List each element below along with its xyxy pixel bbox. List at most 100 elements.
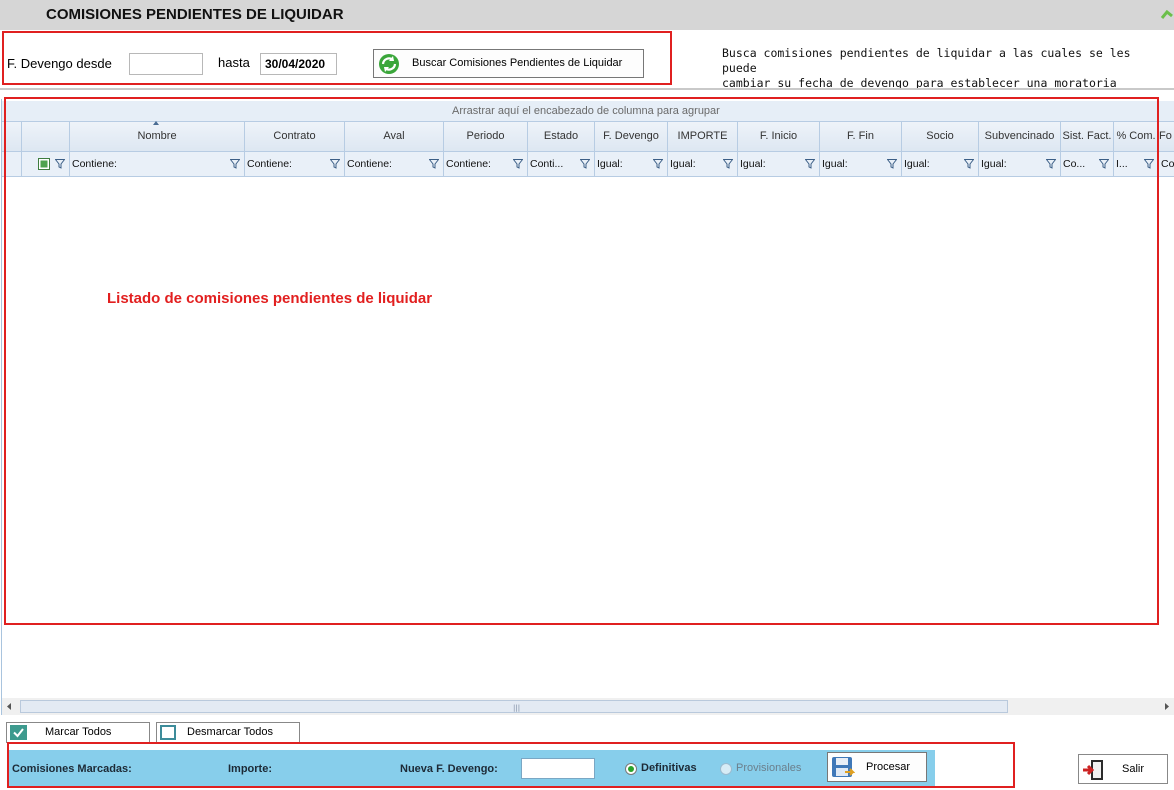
devengo-desde-input[interactable]	[129, 53, 203, 75]
filter-icon[interactable]	[653, 159, 663, 169]
column-header-periodo[interactable]: Periodo	[444, 122, 528, 151]
app-icon	[1160, 9, 1173, 19]
filter-icon[interactable]	[580, 159, 590, 169]
filter-operator: I...	[1116, 158, 1128, 170]
filter-icon[interactable]	[964, 159, 974, 169]
radio-selected-dot	[628, 766, 634, 772]
filter-icon[interactable]	[805, 159, 815, 169]
checkbox-checked-icon	[10, 725, 27, 740]
filter-cell-fo[interactable]: Co	[1159, 152, 1174, 176]
commissions-grid[interactable]	[1, 99, 1174, 715]
scrollbar-thumb[interactable]: |||	[20, 700, 1008, 713]
mark-all-label: Marcar Todos	[45, 726, 112, 738]
select-header	[22, 122, 70, 151]
column-header-aval[interactable]: Aval	[345, 122, 444, 151]
filter-operator: Contiene:	[247, 158, 292, 170]
filter-operator: Conti...	[530, 158, 564, 170]
exit-icon	[1083, 760, 1103, 780]
filter-icon[interactable]	[330, 159, 340, 169]
grid-header-row: Nombre Contrato Aval Periodo Estado F. D…	[2, 121, 1174, 152]
column-header-f-fin[interactable]: F. Fin	[820, 122, 902, 151]
filter-operator: Contiene:	[446, 158, 491, 170]
devengo-hasta-label: hasta	[218, 55, 250, 70]
filter-cell-pct-com[interactable]: I...	[1114, 152, 1159, 176]
filter-operator: Co...	[1063, 158, 1086, 170]
filter-cell-importe[interactable]: Igual:	[668, 152, 738, 176]
marked-commissions-label: Comisiones Marcadas:	[12, 763, 132, 775]
definitivas-radio[interactable]	[625, 763, 637, 775]
column-header-socio[interactable]: Socio	[902, 122, 979, 151]
unmark-all-label: Desmarcar Todos	[187, 726, 273, 738]
importe-label: Importe:	[228, 763, 272, 775]
provisionales-radio[interactable]	[720, 763, 732, 775]
filter-operator: Co	[1161, 158, 1174, 170]
scrollbar-grip-icon: |||	[513, 704, 521, 712]
filter-cell-subvencinado[interactable]: Igual:	[979, 152, 1061, 176]
filter-cell-nombre[interactable]: Contiene:	[70, 152, 245, 176]
definitivas-label[interactable]: Definitivas	[641, 762, 697, 774]
column-header-nombre[interactable]: Nombre	[70, 122, 245, 151]
row-indicator-header	[2, 122, 22, 151]
select-filter-cell[interactable]	[22, 152, 70, 176]
filter-operator: Igual:	[597, 158, 623, 170]
filter-operator: Igual:	[740, 158, 766, 170]
filter-cell-aval[interactable]: Contiene:	[345, 152, 444, 176]
checkbox-empty-icon	[160, 725, 176, 740]
column-header-fo[interactable]: Fo	[1159, 122, 1174, 151]
row-indicator-filter	[2, 152, 22, 176]
grid-filter-row: Contiene: Contiene: Contiene: Contiene: …	[2, 152, 1174, 177]
filter-cell-f-devengo[interactable]: Igual:	[595, 152, 668, 176]
column-header-f-inicio[interactable]: F. Inicio	[738, 122, 820, 151]
filter-operator: Igual:	[981, 158, 1007, 170]
devengo-desde-label: F. Devengo desde	[7, 56, 112, 71]
filter-operator: Contiene:	[347, 158, 392, 170]
description-line-1: Busca comisiones pendientes de liquidar …	[722, 46, 1131, 75]
filter-icon[interactable]	[230, 159, 240, 169]
filter-icon[interactable]	[1046, 159, 1056, 169]
new-date-label: Nueva F. Devengo:	[400, 763, 498, 775]
column-header-sist-fact[interactable]: Sist. Fact.	[1061, 122, 1114, 151]
search-description: Busca comisiones pendientes de liquidar …	[722, 46, 1162, 91]
column-header-subvencinado[interactable]: Subvencinado	[979, 122, 1061, 151]
checkbox-icon[interactable]	[38, 158, 50, 170]
filter-icon[interactable]	[1144, 159, 1154, 169]
filter-icon[interactable]	[723, 159, 733, 169]
sort-ascending-icon	[153, 121, 159, 125]
filter-cell-contrato[interactable]: Contiene:	[245, 152, 345, 176]
group-by-bar[interactable]: Arrastrar aquí el encabezado de columna …	[2, 101, 1174, 121]
filter-icon[interactable]	[1099, 159, 1109, 169]
filter-operator: Igual:	[822, 158, 848, 170]
new-devengo-date-input[interactable]	[521, 758, 595, 779]
filter-cell-f-fin[interactable]: Igual:	[820, 152, 902, 176]
process-button-label: Procesar	[866, 761, 911, 773]
column-header-estado[interactable]: Estado	[528, 122, 595, 151]
scroll-right-icon[interactable]	[1160, 698, 1174, 715]
filter-operator: Igual:	[904, 158, 930, 170]
provisionales-label[interactable]: Provisionales	[736, 762, 801, 774]
filter-cell-periodo[interactable]: Contiene:	[444, 152, 528, 176]
mark-all-button[interactable]: Marcar Todos	[6, 722, 150, 743]
filter-cell-sist-fact[interactable]: Co...	[1061, 152, 1114, 176]
filter-icon[interactable]	[887, 159, 897, 169]
separator	[0, 88, 1174, 90]
unmark-all-button[interactable]: Desmarcar Todos	[156, 722, 300, 743]
search-button[interactable]: Buscar Comisiones Pendientes de Liquidar	[373, 49, 644, 78]
filter-icon[interactable]	[429, 159, 439, 169]
group-by-hint: Arrastrar aquí el encabezado de columna …	[452, 105, 720, 117]
window-title: COMISIONES PENDIENTES DE LIQUIDAR	[46, 6, 344, 23]
filter-cell-socio[interactable]: Igual:	[902, 152, 979, 176]
refresh-icon	[379, 54, 399, 74]
filter-cell-estado[interactable]: Conti...	[528, 152, 595, 176]
filter-icon[interactable]	[513, 159, 523, 169]
process-button[interactable]: Procesar	[827, 752, 927, 782]
devengo-hasta-input[interactable]: 30/04/2020	[260, 53, 337, 75]
filter-cell-f-inicio[interactable]: Igual:	[738, 152, 820, 176]
column-header-contrato[interactable]: Contrato	[245, 122, 345, 151]
filter-icon[interactable]	[55, 159, 65, 169]
exit-button[interactable]: Salir	[1078, 754, 1168, 784]
column-header-f-devengo[interactable]: F. Devengo	[595, 122, 668, 151]
column-header-importe[interactable]: IMPORTE	[668, 122, 738, 151]
column-header-pct-com[interactable]: % Com.	[1114, 122, 1159, 151]
save-icon	[832, 757, 855, 777]
scroll-left-icon[interactable]	[2, 698, 16, 715]
